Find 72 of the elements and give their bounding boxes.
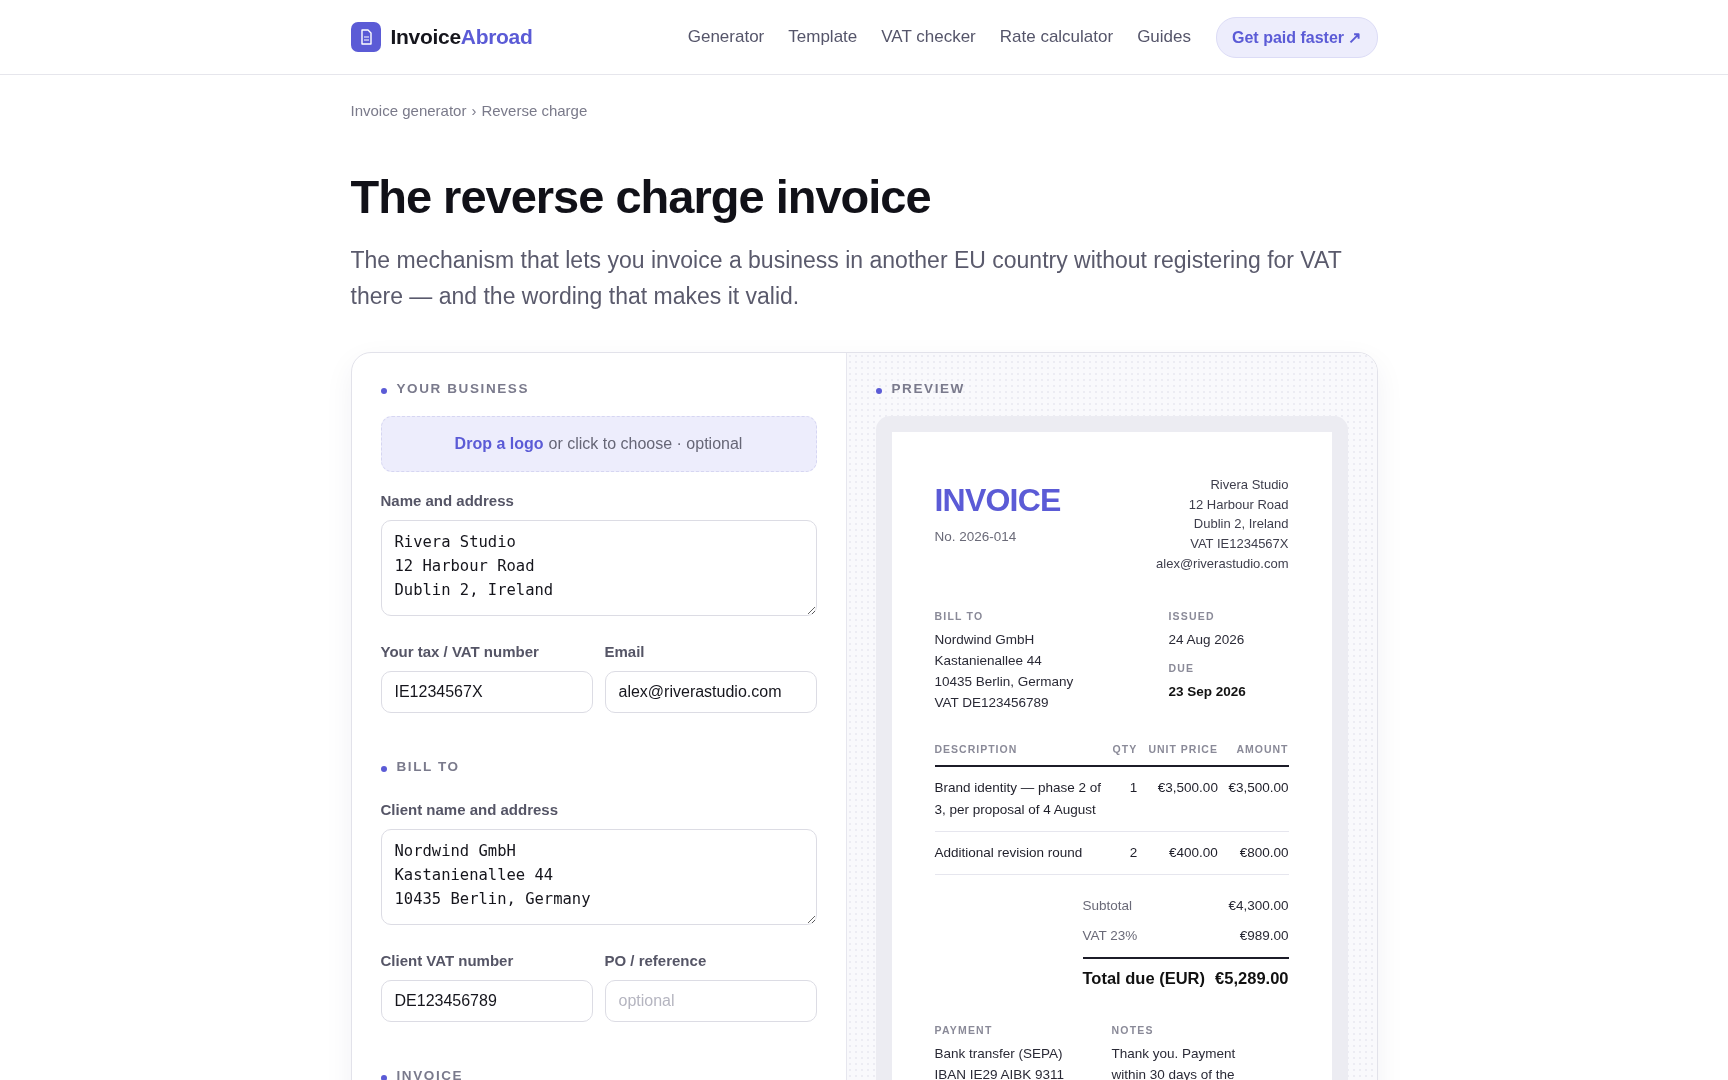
table-cell: €3,500.00 [1217, 765, 1289, 831]
client-line: VAT DE123456789 [934, 693, 1050, 712]
page-title: The reverse charge invoice [350, 169, 932, 224]
table-cell: €400.00 [1137, 831, 1218, 874]
total-label: VAT 23% [1082, 926, 1138, 945]
nav-link[interactable]: VAT checker [881, 27, 976, 47]
total-due-label: Total due (EUR) [1082, 968, 1206, 988]
breadcrumb-link[interactable]: Reverse charge [481, 102, 588, 119]
client-line: 10435 Berlin, Germany [934, 672, 1075, 691]
breadcrumb-separator: › [471, 102, 477, 119]
document-logo-icon [350, 22, 381, 52]
column-header: AMOUNT [1217, 742, 1289, 766]
field-label: Your tax / VAT number [380, 643, 540, 660]
sender-line: Rivera Studio [1209, 476, 1289, 494]
client-line: Nordwind GmbH [934, 630, 1036, 649]
table-cell: Brand identity — phase 2 of 3, per proposal of 4 August [934, 765, 1105, 831]
notes-line: Thank you. Payment [1111, 1044, 1237, 1063]
address-textarea[interactable]: Nordwind GmbH Kastanienallee 44 10435 Berlin, Germany [380, 829, 817, 925]
column-header: QTY [1104, 742, 1138, 766]
nav-link[interactable]: Rate calculator [999, 27, 1114, 47]
text-input[interactable]: alex@riverastudio.com [604, 671, 817, 713]
logo-drop-zone[interactable]: Drop a logo or click to choose · optional [380, 416, 817, 472]
payment-line: Bank transfer (SEPA) [934, 1044, 1064, 1063]
sender-line: 12 Harbour Road [1187, 495, 1289, 514]
bill-to-label: BILL TO [934, 609, 985, 622]
nav-link[interactable]: Template [788, 27, 858, 47]
sender-line: alex@riverastudio.com [1156, 554, 1289, 573]
table-cell: €3,500.00 [1137, 765, 1218, 831]
breadcrumb-link[interactable]: Invoice generator [350, 102, 467, 119]
due-label: DUE [1168, 661, 1196, 674]
payment-label: PAYMENT [934, 1023, 994, 1036]
field-label: Client name and address [380, 801, 560, 818]
table-cell: 2 [1104, 831, 1138, 874]
client-line: Kastanienallee 44 [934, 651, 1043, 670]
total-label: Subtotal [1082, 896, 1133, 915]
sender-line: Dublin 2, Ireland [1192, 515, 1289, 534]
payment-line: IBAN IE29 AIBK 9311 [934, 1065, 1066, 1080]
table-cell: 1 [1104, 765, 1138, 831]
total-value: €989.00 [1239, 926, 1289, 945]
invoice-title: INVOICE [934, 482, 1061, 519]
section-heading: INVOICE [396, 1068, 464, 1080]
get-paid-button[interactable]: Get paid faster ↗ [1216, 16, 1378, 58]
brand-name[interactable]: InvoiceAbroad [390, 25, 533, 49]
field-label: Name and address [380, 492, 515, 509]
table-cell: Additional revision round [934, 831, 1105, 874]
section-heading: YOUR BUSINESS [396, 381, 530, 396]
issued-date: 24 Aug 2026 [1168, 630, 1246, 649]
invoice-number: No. 2026-014 [934, 529, 1018, 544]
field-label: PO / reference [604, 952, 708, 969]
text-input[interactable]: IE1234567X [380, 671, 593, 713]
section-heading: BILL TO [396, 759, 460, 774]
column-header: UNIT PRICE [1137, 742, 1218, 766]
section-heading: PREVIEW [891, 381, 965, 396]
text-input[interactable]: optional [604, 980, 817, 1022]
notes-label: NOTES [1111, 1023, 1155, 1036]
total-value: €4,300.00 [1228, 896, 1289, 915]
dot-icon [380, 765, 387, 772]
table-cell: €800.00 [1217, 831, 1289, 874]
nav-link[interactable]: Generator [687, 27, 765, 47]
due-date: 23 Sep 2026 [1168, 682, 1247, 701]
text-input[interactable]: DE123456789 [380, 980, 593, 1022]
issued-label: ISSUED [1168, 609, 1216, 622]
dot-icon [380, 387, 387, 394]
field-label: Client VAT number [380, 952, 515, 969]
sender-line: VAT IE1234567X [1189, 535, 1289, 554]
column-header: DESCRIPTION [934, 742, 1105, 766]
address-textarea[interactable]: Rivera Studio 12 Harbour Road Dublin 2, Ireland [380, 520, 817, 616]
total-due-value: €5,289.00 [1215, 968, 1289, 988]
nav-link[interactable]: Guides [1137, 27, 1191, 47]
dot-icon [875, 387, 882, 394]
field-label: Email [604, 643, 646, 660]
page-subtitle: The mechanism that lets you invoice a business in another EU country without registering for VAT there — and the wording that makes it valid. [350, 246, 1343, 311]
